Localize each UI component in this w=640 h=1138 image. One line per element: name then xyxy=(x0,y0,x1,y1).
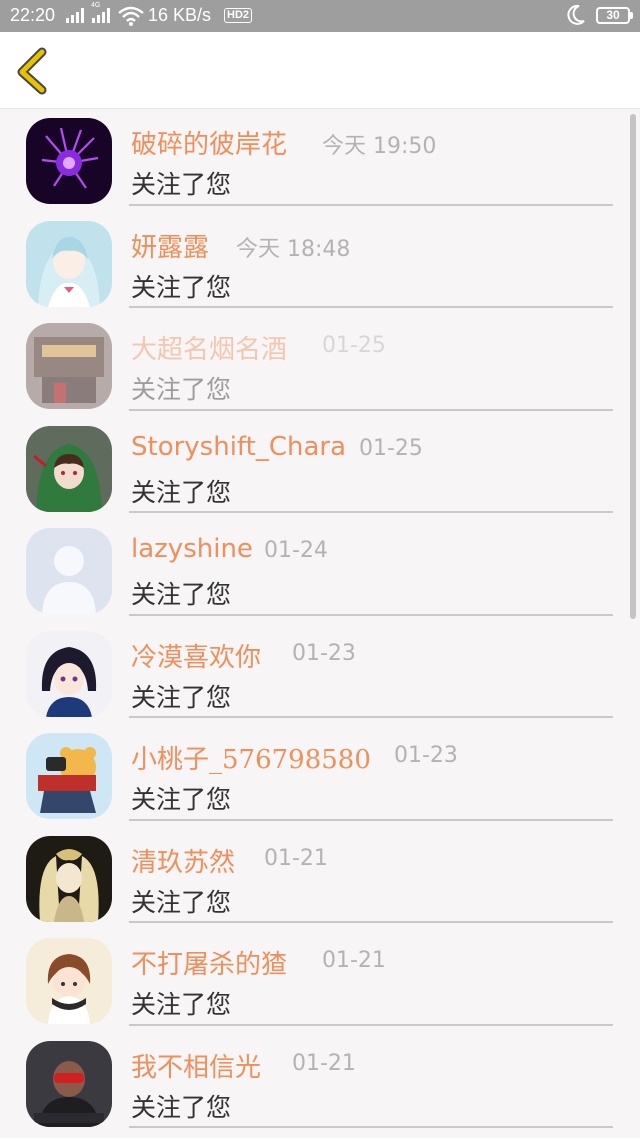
user-name[interactable]: 小桃子_576798580 xyxy=(131,739,371,776)
user-name[interactable]: 冷漠喜欢你 xyxy=(131,637,261,674)
moon-icon xyxy=(567,4,585,25)
timestamp: 01-21 xyxy=(292,1050,356,1076)
avatar[interactable] xyxy=(26,733,112,819)
avatar[interactable] xyxy=(26,220,112,307)
timestamp: 01-21 xyxy=(264,845,328,871)
back-button[interactable] xyxy=(10,46,58,96)
avatar[interactable] xyxy=(26,630,112,717)
action-text: 关注了您 xyxy=(131,375,232,404)
chevron-left-icon xyxy=(17,47,47,95)
timestamp: 01-25 xyxy=(322,333,386,358)
notification-item[interactable]: 清玖苏然 01-21 关注了您 xyxy=(0,828,640,931)
user-name[interactable]: 大超名烟名酒 xyxy=(131,329,287,366)
action-text: 关注了您 xyxy=(131,170,232,199)
timestamp: 01-21 xyxy=(322,948,386,973)
timestamp: 01-25 xyxy=(359,435,423,461)
user-name[interactable]: 不打屠杀的猹 xyxy=(131,944,287,981)
avatar[interactable] xyxy=(26,323,112,409)
notification-item[interactable]: 不打屠杀的猹 01-21 关注了您 xyxy=(0,930,640,1033)
action-text: 关注了您 xyxy=(131,272,232,302)
notification-item[interactable]: 我不相信光 01-21 关注了您 xyxy=(0,1033,640,1136)
user-name[interactable]: lazyshine xyxy=(131,534,253,564)
timestamp: 01-23 xyxy=(394,743,458,768)
user-name[interactable]: 妍露露 xyxy=(131,227,209,264)
notification-item[interactable]: 妍露露 今天 18:48 关注了您 xyxy=(0,213,640,316)
signal-icon: 4G xyxy=(91,2,110,23)
network-speed: 16 KB/s xyxy=(148,5,212,25)
notification-item[interactable]: 小桃子_576798580 01-23 关注了您 xyxy=(0,725,640,828)
user-name[interactable]: 破碎的彼岸花 xyxy=(131,124,287,161)
notification-item[interactable]: Storyshift_Chara 01-25 关注了您 xyxy=(0,418,640,521)
action-text: 关注了您 xyxy=(131,580,232,609)
header-bar xyxy=(0,32,640,109)
timestamp: 01-23 xyxy=(292,640,356,666)
wifi-icon xyxy=(118,6,144,26)
action-text: 关注了您 xyxy=(131,990,232,1019)
status-bar: 22:20 4G 16 KB/s HD2 30 xyxy=(0,0,640,32)
timestamp: 今天 19:50 xyxy=(322,134,437,159)
notification-item[interactable]: 破碎的彼岸花 今天 19:50 关注了您 xyxy=(0,110,640,213)
scrollbar[interactable] xyxy=(630,114,636,619)
notification-item[interactable]: lazyshine 01-24 关注了您 xyxy=(0,520,640,623)
divider xyxy=(129,716,613,718)
divider xyxy=(129,408,613,411)
hd-badge: HD2 xyxy=(224,8,253,23)
divider xyxy=(129,306,613,308)
user-name[interactable]: 我不相信光 xyxy=(131,1047,261,1084)
divider xyxy=(129,613,613,616)
avatar[interactable] xyxy=(26,118,112,204)
divider xyxy=(129,203,613,206)
avatar[interactable] xyxy=(26,528,112,614)
divider xyxy=(129,1126,613,1128)
action-text: 关注了您 xyxy=(131,682,232,712)
timestamp: 01-24 xyxy=(264,538,328,563)
notification-list: 破碎的彼岸花 今天 19:50 关注了您 妍露露 今天 18:48 关注了您 大… xyxy=(0,110,640,1135)
divider xyxy=(129,818,613,821)
user-name[interactable]: Storyshift_Chara xyxy=(131,432,346,462)
notification-item[interactable]: 大超名烟名酒 01-25 关注了您 xyxy=(0,315,640,418)
avatar[interactable] xyxy=(26,938,112,1024)
action-text: 关注了您 xyxy=(131,785,232,814)
action-text: 关注了您 xyxy=(131,887,232,917)
divider xyxy=(129,511,613,513)
user-name[interactable]: 清玖苏然 xyxy=(131,842,235,879)
notification-item[interactable]: 冷漠喜欢你 01-23 关注了您 xyxy=(0,623,640,726)
battery-icon: 30 xyxy=(596,7,633,24)
status-time: 22:20 xyxy=(10,5,56,25)
timestamp: 今天 18:48 xyxy=(236,236,351,262)
divider xyxy=(129,1023,613,1026)
action-text: 关注了您 xyxy=(131,477,232,507)
avatar[interactable] xyxy=(26,1040,112,1127)
action-text: 关注了您 xyxy=(131,1092,232,1122)
signal-icon xyxy=(66,7,84,23)
divider xyxy=(129,921,613,923)
avatar[interactable] xyxy=(26,425,112,512)
avatar[interactable] xyxy=(26,835,112,922)
